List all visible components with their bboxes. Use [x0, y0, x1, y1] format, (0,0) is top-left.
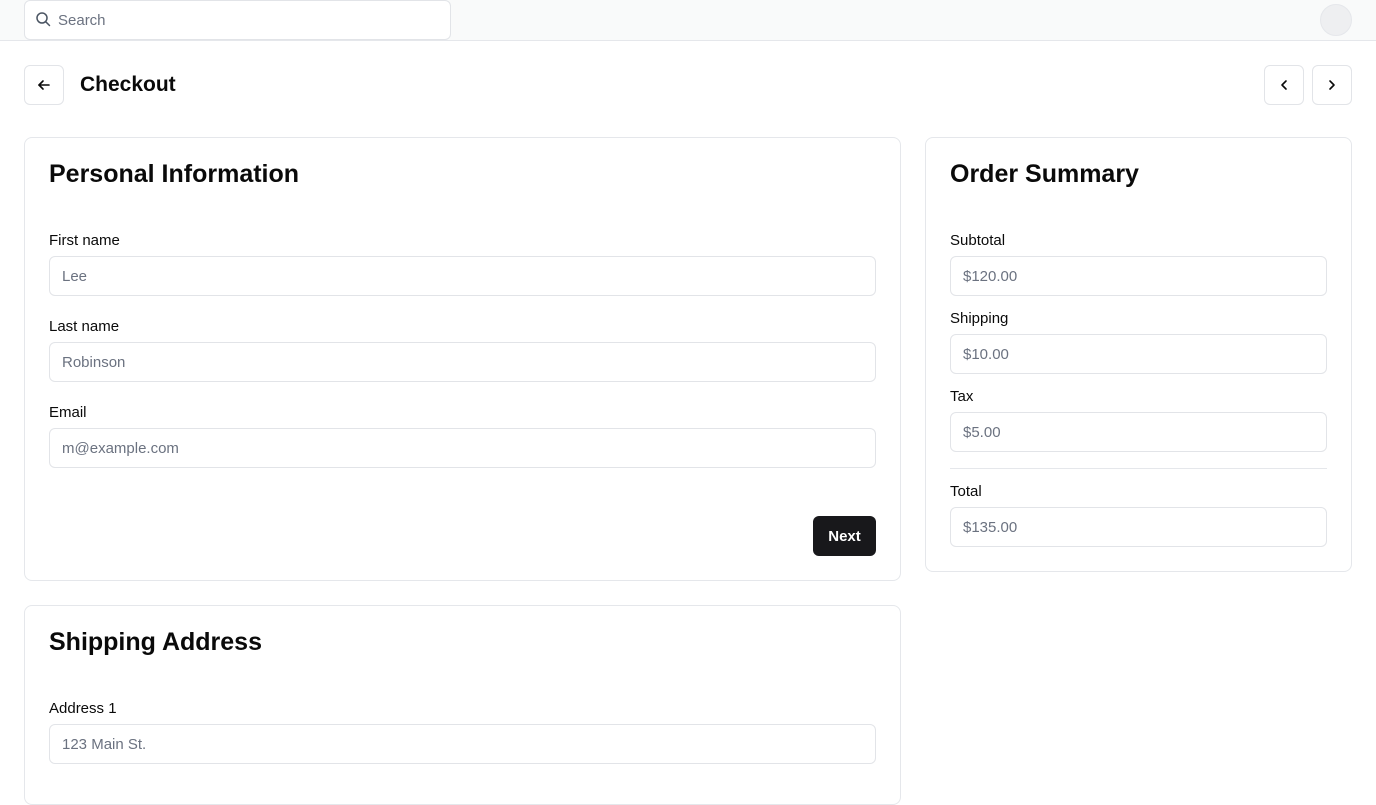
email-label: Email: [49, 404, 87, 421]
total-label: Total: [950, 483, 982, 500]
personal-information-card: Personal Information First name Last nam…: [24, 137, 901, 581]
shipping-label: Shipping: [950, 310, 1009, 327]
chevron-left-icon: [1281, 80, 1287, 90]
subtotal-field[interactable]: [950, 256, 1327, 296]
last-name-field[interactable]: [49, 342, 876, 382]
shipping-address-title: Shipping Address: [49, 628, 262, 656]
chevron-right-icon: [1329, 80, 1335, 90]
back-button[interactable]: [24, 65, 64, 105]
previous-button[interactable]: [1264, 65, 1304, 105]
email-field[interactable]: [49, 428, 876, 468]
subtotal-label: Subtotal: [950, 232, 1006, 249]
tax-label: Tax: [950, 388, 974, 405]
shipping-address-card: Shipping Address Address 1: [24, 605, 901, 805]
page-title: Checkout: [80, 73, 176, 96]
top-bar: [0, 0, 1376, 41]
first-name-field[interactable]: [49, 256, 876, 296]
next-page-button[interactable]: [1312, 65, 1352, 105]
total-field[interactable]: [950, 507, 1327, 547]
summary-divider: [950, 468, 1327, 469]
tax-field[interactable]: [950, 412, 1327, 452]
search-icon: [36, 12, 51, 27]
search-input[interactable]: [58, 11, 438, 29]
address1-label: Address 1: [49, 700, 117, 717]
personal-information-title: Personal Information: [49, 160, 300, 188]
order-summary-card: Order Summary Subtotal Shipping Tax Tota…: [925, 137, 1352, 572]
address1-field[interactable]: [49, 724, 876, 764]
last-name-label: Last name: [49, 318, 120, 335]
avatar[interactable]: [1320, 4, 1352, 36]
arrow-left-icon: [38, 80, 50, 90]
next-button[interactable]: Next: [813, 516, 876, 556]
search-box[interactable]: [24, 0, 451, 40]
order-summary-title: Order Summary: [950, 160, 1139, 188]
shipping-field[interactable]: [950, 334, 1327, 374]
first-name-label: First name: [49, 232, 120, 249]
